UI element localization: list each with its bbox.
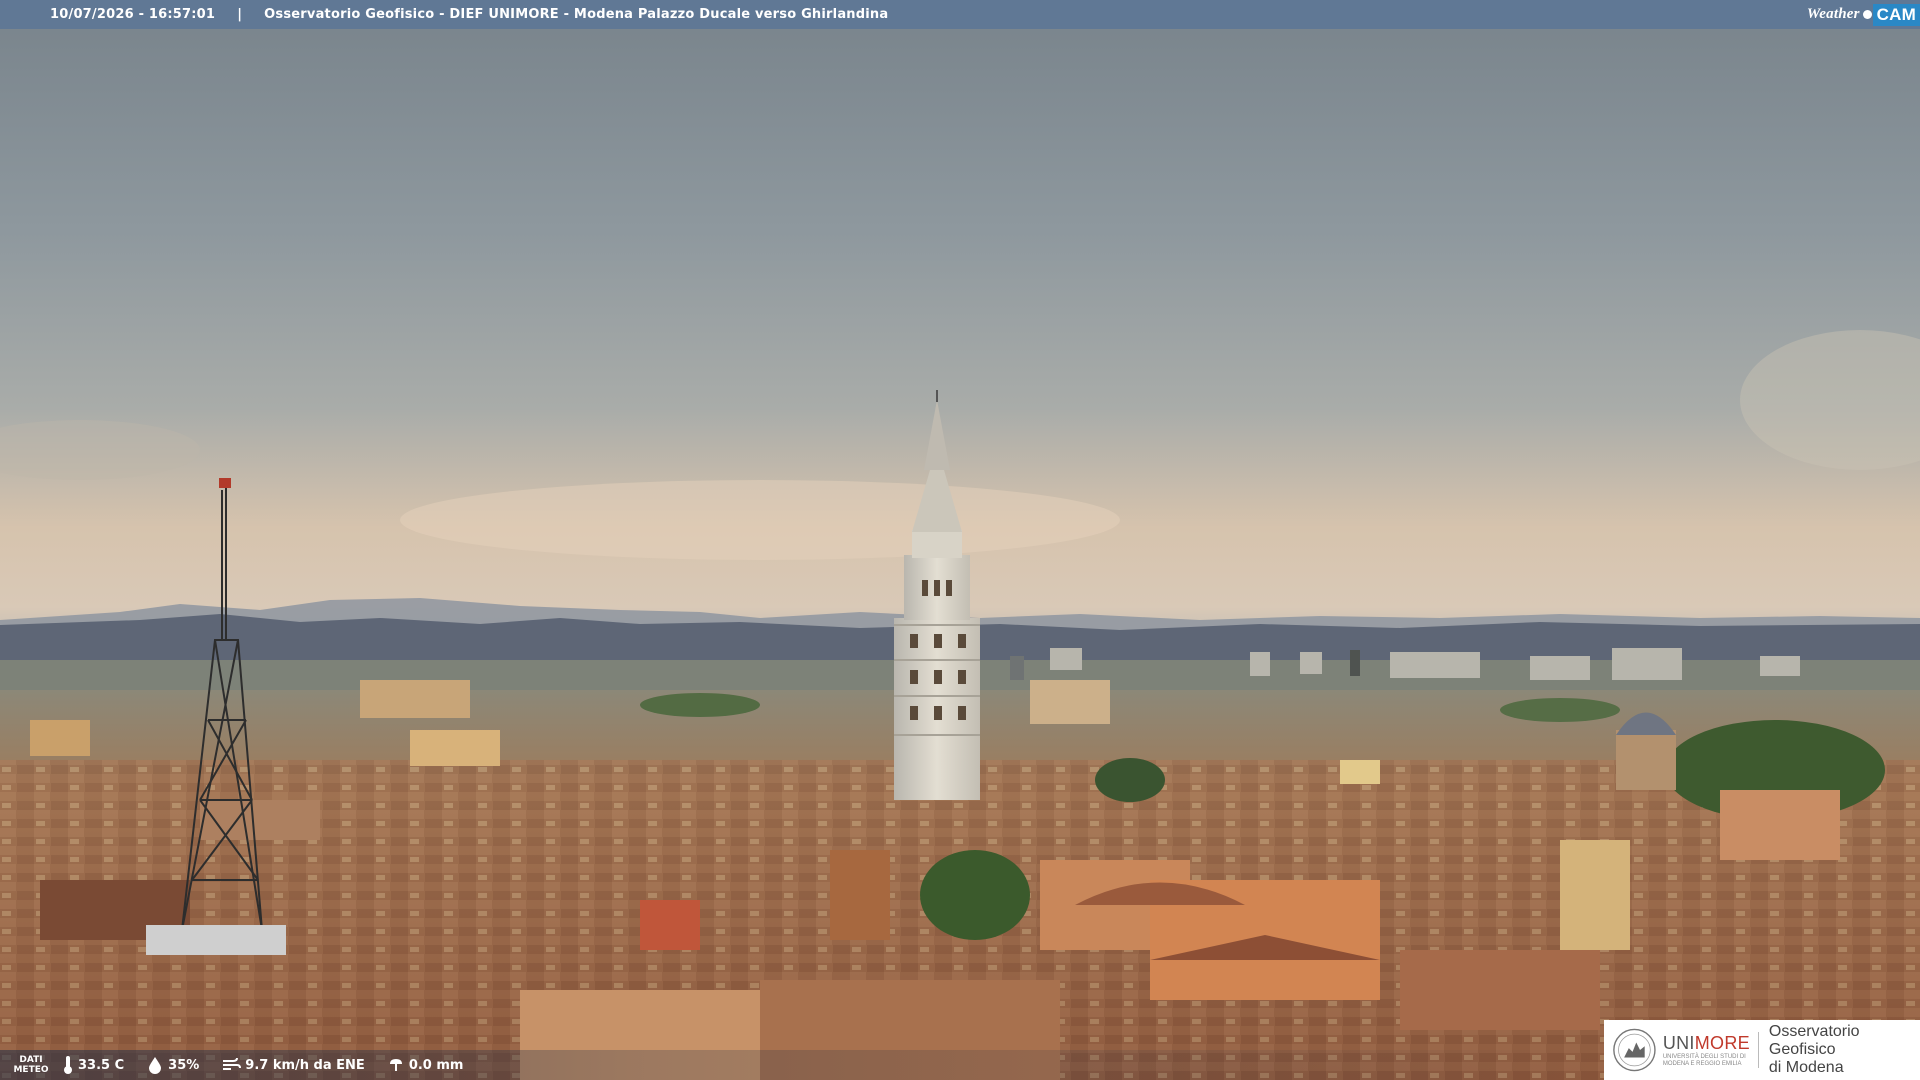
- unimore-subtitle: UNIVERSITÀ DEGLI STUDI DI MODENA E REGGI…: [1662, 1053, 1746, 1067]
- timestamp: 10/07/2026 - 16:57:01: [50, 7, 216, 22]
- camera-title: Osservatorio Geofisico - DIEF UNIMORE - …: [264, 7, 889, 22]
- temperature-readout: 33.5 C: [62, 1055, 124, 1075]
- weather-data-label: DATI METEO: [0, 1055, 62, 1075]
- camera-title-bar: 10/07/2026 - 16:57:01 | Osservatorio Geo…: [0, 0, 1920, 29]
- wind-value: 9.7 km/h da ENE: [245, 1057, 365, 1073]
- weathercam-logo-dot-icon: [1862, 10, 1872, 19]
- branding-divider: [1757, 1032, 1759, 1068]
- webcam-image: [0, 0, 1920, 1080]
- rain-readout: 0.0 mm: [387, 1056, 464, 1074]
- observatory-line2: di Modena: [1768, 1059, 1844, 1076]
- weathercam-logo-right: CAM: [1872, 3, 1920, 26]
- unimore-name: UNIMORE: [1663, 1033, 1750, 1054]
- weather-label-line2: METEO: [13, 1065, 49, 1075]
- rain-value: 0.0 mm: [408, 1057, 464, 1073]
- humidity-readout: 35%: [146, 1056, 199, 1074]
- rain-icon: [389, 1059, 402, 1071]
- unimore-name-part1: UNI: [1662, 1032, 1695, 1053]
- unimore-name-part2: MORE: [1694, 1032, 1750, 1053]
- title-separator: |: [237, 7, 243, 22]
- thermometer-icon: [64, 1056, 72, 1074]
- weathercam-logo: Weather CAM: [1807, 2, 1920, 27]
- unimore-wordmark: UNIMORE UNIVERSITÀ DEGLI STUDI DI MODENA…: [1663, 1033, 1750, 1068]
- weathercam-logo-left: Weather: [1806, 6, 1860, 22]
- observatory-line1: Osservatorio Geofisico: [1768, 1023, 1860, 1058]
- observatory-name: Osservatorio Geofisico di Modena: [1769, 1023, 1920, 1077]
- weather-data-bar: DATI METEO 33.5 C 35% 9.7 km/h da ENE 0.…: [0, 1050, 1604, 1080]
- humidity-value: 35%: [168, 1057, 200, 1073]
- modena-skyline-scene: [0, 0, 1920, 1080]
- wind-icon: [223, 1057, 242, 1070]
- wind-readout: 9.7 km/h da ENE: [221, 1056, 365, 1074]
- temperature-value: 33.5 C: [78, 1057, 125, 1073]
- unimore-branding-panel: UNIMORE UNIVERSITÀ DEGLI STUDI DI MODENA…: [1604, 1020, 1920, 1080]
- unimore-seal-logo: [1613, 1028, 1656, 1072]
- weather-label-line1: DATI: [19, 1055, 43, 1065]
- humidity-drop-icon: [149, 1057, 162, 1074]
